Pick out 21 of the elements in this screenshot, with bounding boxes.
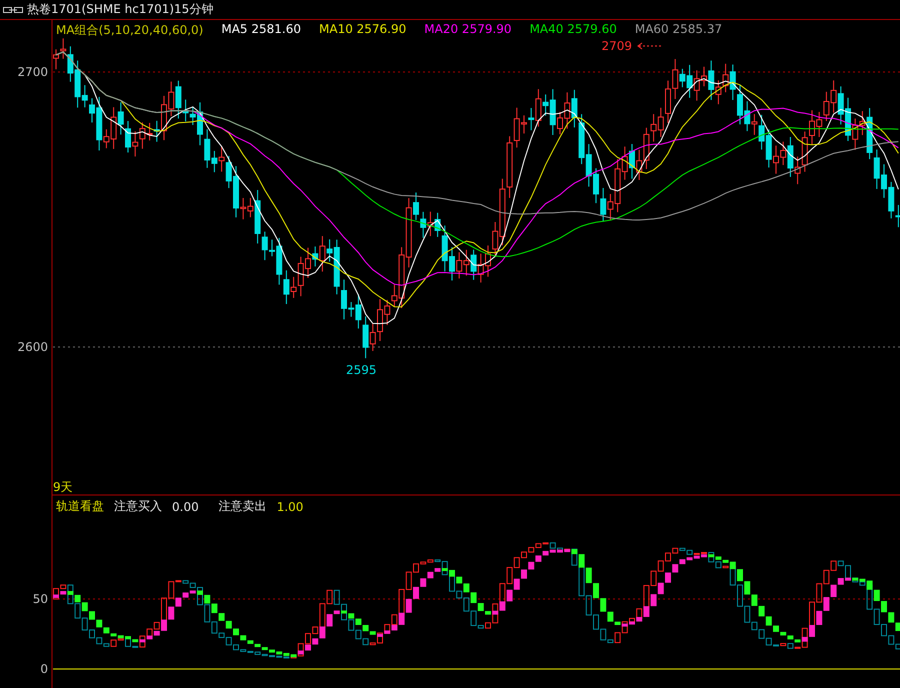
indicator-name: 轨道看盘 (56, 498, 104, 515)
indicator-value: 0.00 (172, 500, 199, 514)
legend-label: MA10 2576.90 (319, 22, 406, 38)
legend-label: MA20 2579.90 (424, 22, 512, 38)
window-title: 热卷1701(SHME hc1701)15分钟 (27, 1, 214, 18)
legend-label: MA5 2581.60 (221, 22, 301, 38)
indicator-value: 1.00 (276, 500, 304, 514)
axis-label: 0 (40, 662, 48, 676)
indicator-label: 注意买入 (114, 498, 162, 515)
period-label: 9天 (53, 479, 73, 496)
indicator-label: 注意卖出 (218, 498, 267, 515)
dashed-arrow-icon (637, 42, 662, 50)
legend-label: MA组合(5,10,20,40,60,0) (56, 22, 204, 39)
axis-label: 2700 (17, 65, 48, 79)
legend-label: MA60 2585.37 (634, 22, 722, 38)
legend-label: MA40 2579.60 (530, 22, 617, 38)
high-price-label: 2709 (601, 39, 632, 53)
low-price-label: 2595 (346, 363, 377, 377)
axis-label: 50 (32, 592, 48, 606)
axis-label: 2600 (17, 340, 48, 354)
link-icon (3, 6, 23, 14)
